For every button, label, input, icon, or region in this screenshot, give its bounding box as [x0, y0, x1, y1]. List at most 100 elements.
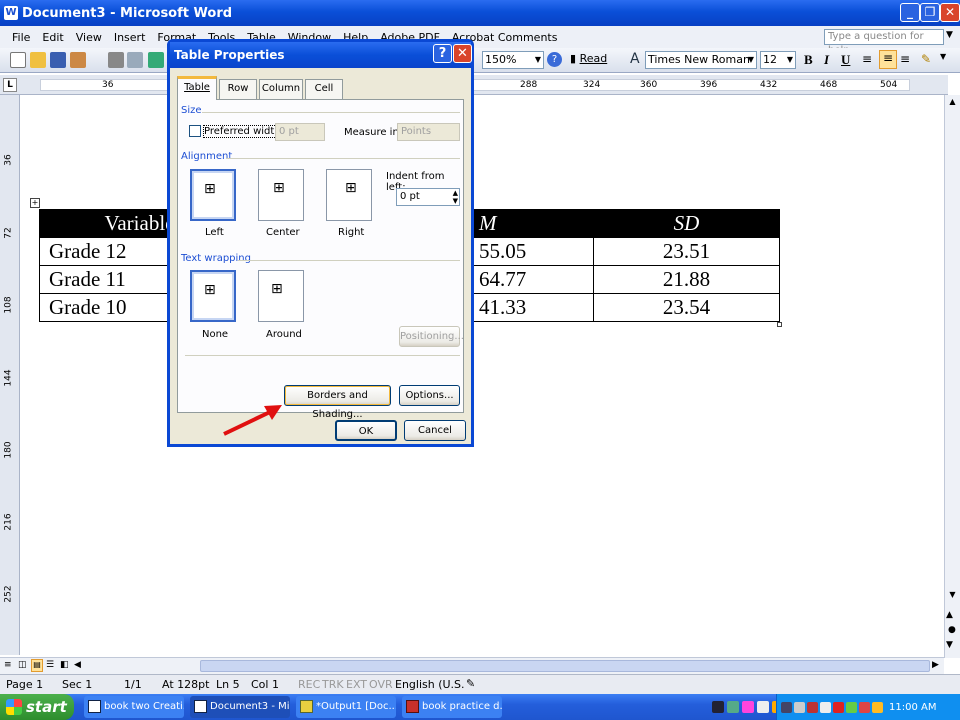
cancel-button[interactable]: Cancel: [404, 420, 466, 441]
preferred-width-checkbox[interactable]: [189, 125, 201, 137]
dialog-close-button[interactable]: ✕: [453, 44, 472, 63]
font-size-select[interactable]: 12 ▼: [760, 51, 796, 69]
menu-view[interactable]: View: [70, 31, 108, 44]
measure-in-select[interactable]: Points: [397, 123, 460, 141]
tray-icon[interactable]: [807, 701, 818, 713]
help-icon[interactable]: ?: [547, 52, 562, 67]
menu-file[interactable]: File: [0, 31, 36, 44]
minimize-button[interactable]: _: [900, 3, 920, 22]
status-language[interactable]: English (U.S.: [395, 678, 465, 691]
tray-icon[interactable]: [820, 701, 831, 713]
tray-icon[interactable]: [712, 701, 724, 713]
status-ext[interactable]: EXT: [346, 678, 367, 691]
permission-icon[interactable]: [70, 52, 86, 68]
tab-selector[interactable]: L: [3, 78, 17, 92]
tray-clock[interactable]: 11:00 AM: [889, 702, 936, 713]
ok-button[interactable]: OK: [335, 420, 397, 441]
taskbar-item[interactable]: book two Creati...: [84, 696, 184, 718]
horizontal-ruler[interactable]: L 36 288 324 360 396 432 468 504: [0, 75, 948, 95]
align-right-icon[interactable]: ≡: [900, 52, 910, 66]
indent-input[interactable]: 0 pt ▲ ▼: [396, 188, 460, 206]
taskbar-item[interactable]: book practice d...: [402, 696, 502, 718]
options-button[interactable]: Options...: [399, 385, 460, 406]
tray-icon[interactable]: [781, 701, 792, 713]
cell-sd[interactable]: 23.54: [593, 293, 780, 322]
print-icon[interactable]: [108, 52, 124, 68]
align-center-icon[interactable]: ≡: [879, 50, 897, 69]
normal-view-icon[interactable]: ≡: [4, 660, 12, 670]
tab-column[interactable]: Column: [259, 79, 303, 99]
window-title-bar[interactable]: W Document3 - Microsoft Word _ ❐ ✕: [0, 0, 960, 26]
styles-icon[interactable]: A: [630, 51, 640, 67]
borders-shading-button[interactable]: Borders and Shading...: [284, 385, 391, 420]
read-button[interactable]: ▮ Read: [570, 52, 607, 65]
taskbar-item[interactable]: *Output1 [Doc...: [296, 696, 396, 718]
new-doc-icon[interactable]: [10, 52, 26, 68]
help-dropdown-icon[interactable]: ▼: [946, 30, 953, 40]
close-button[interactable]: ✕: [940, 3, 960, 22]
tab-table[interactable]: Table: [177, 76, 217, 100]
preferred-width-label[interactable]: Preferred width:: [203, 125, 286, 138]
restore-button[interactable]: ❐: [920, 3, 940, 22]
dialog-help-button[interactable]: ?: [433, 44, 452, 63]
positioning-button[interactable]: Positioning...: [399, 326, 464, 347]
font-select[interactable]: Times New Roman ▼: [645, 51, 757, 69]
status-trk[interactable]: TRK: [322, 678, 344, 691]
wrap-around-option[interactable]: ⊞: [258, 270, 304, 322]
cell-sd[interactable]: 21.88: [593, 265, 780, 294]
tray-icon[interactable]: [757, 701, 769, 713]
scroll-left-icon[interactable]: ◀: [74, 660, 81, 670]
zoom-select[interactable]: 150% ▼: [482, 51, 544, 69]
web-view-icon[interactable]: ◫: [18, 660, 27, 670]
reading-view-icon[interactable]: ◧: [60, 660, 69, 670]
align-right-option[interactable]: ⊞: [326, 169, 372, 221]
print-preview-icon[interactable]: [127, 52, 143, 68]
scroll-right-icon[interactable]: ▶: [932, 660, 939, 670]
table-move-handle[interactable]: +: [30, 198, 40, 208]
tray-icon[interactable]: [794, 701, 805, 713]
align-center-option[interactable]: ⊞: [258, 169, 304, 221]
toolbar-options-icon[interactable]: ▼: [940, 52, 946, 61]
print-layout-icon[interactable]: ▤: [31, 659, 43, 672]
highlight-icon[interactable]: ✎: [921, 52, 931, 66]
tray-icon[interactable]: [872, 701, 883, 713]
bold-icon[interactable]: B: [804, 52, 813, 68]
tab-cell[interactable]: Cell: [305, 79, 343, 99]
vertical-ruler[interactable]: 36 72 108 144 180 216 252: [0, 95, 20, 655]
header-sd[interactable]: SD: [593, 209, 780, 238]
tray-icon[interactable]: [727, 701, 739, 713]
wrap-none-option[interactable]: ⊞: [190, 270, 236, 322]
table-resize-handle[interactable]: [777, 322, 782, 327]
horizontal-scrollbar[interactable]: ≡ ◫ ▤ ☰ ◧ ◀ ▶: [0, 657, 944, 674]
open-icon[interactable]: [30, 52, 46, 68]
tray-icon[interactable]: [859, 701, 870, 713]
select-browse-icon[interactable]: ●: [948, 625, 956, 635]
menu-insert[interactable]: Insert: [108, 31, 152, 44]
spelling-icon[interactable]: [148, 52, 164, 68]
preferred-width-input[interactable]: 0 pt: [275, 123, 325, 141]
cell-sd[interactable]: 23.51: [593, 237, 780, 266]
save-icon[interactable]: [50, 52, 66, 68]
dialog-title-bar[interactable]: Table Properties: [170, 42, 471, 68]
spelling-status-icon[interactable]: ✎: [466, 677, 475, 690]
next-page-icon[interactable]: ▼: [946, 640, 953, 650]
scroll-up-icon[interactable]: ▲: [946, 97, 959, 110]
hscroll-thumb[interactable]: [200, 660, 930, 672]
status-rec[interactable]: REC: [298, 678, 320, 691]
align-left-option[interactable]: ⊞: [190, 169, 236, 221]
italic-icon[interactable]: I: [824, 52, 829, 68]
tray-icon[interactable]: [742, 701, 754, 713]
cell-m[interactable]: 55.05: [469, 237, 594, 266]
spinner-icon[interactable]: ▲ ▼: [453, 189, 458, 205]
status-ovr[interactable]: OVR: [369, 678, 393, 691]
prev-page-icon[interactable]: ▲: [946, 610, 953, 620]
tray-icon[interactable]: [833, 701, 844, 713]
cell-m[interactable]: 41.33: [469, 293, 594, 322]
scroll-down-icon[interactable]: ▼: [946, 590, 959, 603]
align-left-icon[interactable]: ≡: [862, 52, 872, 66]
tab-row[interactable]: Row: [219, 79, 257, 99]
cell-m[interactable]: 64.77: [469, 265, 594, 294]
help-search-input[interactable]: Type a question for help: [824, 29, 944, 56]
menu-edit[interactable]: Edit: [36, 31, 69, 44]
start-button[interactable]: start: [0, 694, 74, 720]
